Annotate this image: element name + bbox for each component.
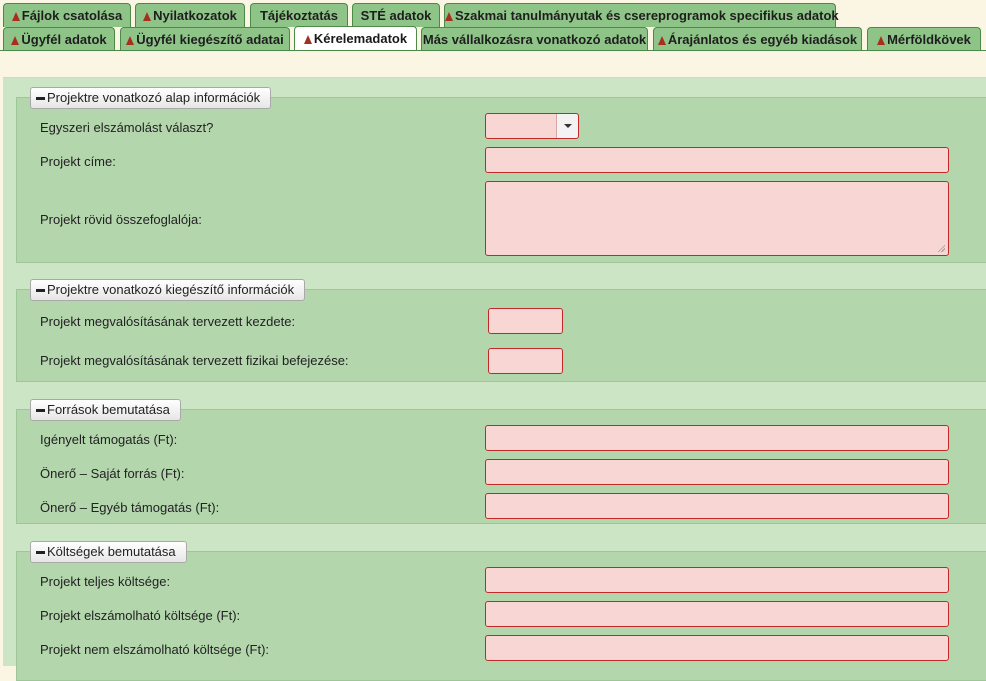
resize-grip-icon[interactable] <box>937 244 945 252</box>
section-forrasok-bemutatasa: Források bemutatása Igényelt támogatás (… <box>16 399 986 524</box>
section-koltsegek-bemutatasa: Költségek bemutatása Projekt teljes költ… <box>16 541 986 681</box>
tab-ugyfel-kiegeszito-adatai[interactable]: Ügyfél kiegészítő adatai <box>120 27 290 51</box>
projekt-osszefoglalo-textarea[interactable] <box>485 181 949 256</box>
section-toggle[interactable]: Források bemutatása <box>30 399 181 421</box>
teljes-koltseg-input[interactable] <box>485 567 949 593</box>
field-label: Projekt megvalósításának tervezett fizik… <box>40 353 349 368</box>
onero-egyeb-tamogatas-input[interactable] <box>485 493 949 519</box>
elszamolhato-koltseg-input[interactable] <box>485 601 949 627</box>
nem-elszamolhato-koltseg-input[interactable] <box>485 635 949 661</box>
field-label: Projekt megvalósításának tervezett kezde… <box>40 314 296 329</box>
warning-icon <box>126 36 135 45</box>
projekt-cime-input[interactable] <box>485 147 949 173</box>
tab-row-bottom: Ügyfél adatok Ügyfél kiegészítő adatai K… <box>0 0 986 53</box>
field-label: Projekt nem elszámolható költsége (Ft): <box>40 642 270 657</box>
field-label: Projekt teljes költsége: <box>40 574 171 589</box>
field-label: Igényelt támogatás (Ft): <box>40 432 178 447</box>
tervezett-befejezese-input[interactable] <box>488 348 563 374</box>
field-label: Önerő – Saját forrás (Ft): <box>40 466 185 481</box>
chevron-down-icon[interactable] <box>556 114 578 138</box>
minus-icon <box>36 97 45 100</box>
section-kiegeszito-informaciok: Projektre vonatkozó kiegészítő informáci… <box>16 279 986 382</box>
egyszeri-elszamolas-select[interactable] <box>485 113 579 139</box>
field-label: Önerő – Egyéb támogatás (Ft): <box>40 500 220 515</box>
tab-mas-vallalkozasra[interactable]: Más vállalkozásra vonatkozó adatok <box>421 27 648 51</box>
tab-arajanlatos-kiadasok[interactable]: Árajánlatos és egyéb kiadások <box>653 27 862 51</box>
tervezett-kezdete-input[interactable] <box>488 308 563 334</box>
tab-merfoldkovek[interactable]: Mérföldkövek <box>867 27 981 51</box>
warning-icon <box>657 36 666 45</box>
minus-icon <box>36 551 45 554</box>
onero-sajat-forras-input[interactable] <box>485 459 949 485</box>
field-label: Projekt elszámolható költsége (Ft): <box>40 608 241 623</box>
minus-icon <box>36 409 45 412</box>
field-label: Egyszeri elszámolást választ? <box>40 120 214 135</box>
field-label: Projekt rövid összefoglalója: <box>40 212 202 227</box>
warning-icon <box>303 35 312 44</box>
field-label: Projekt címe: <box>40 154 116 169</box>
section-toggle[interactable]: Költségek bemutatása <box>30 541 187 563</box>
tab-kerelemadatok[interactable]: Kérelemadatok <box>294 26 417 53</box>
tab-content-area: Projektre vonatkozó alap információk Egy… <box>0 51 986 681</box>
igenyelt-tamogatas-input[interactable] <box>485 425 949 451</box>
tab-ugyfel-adatok[interactable]: Ügyfél adatok <box>3 27 115 51</box>
minus-icon <box>36 289 45 292</box>
section-toggle[interactable]: Projektre vonatkozó alap információk <box>30 87 272 109</box>
section-toggle[interactable]: Projektre vonatkozó kiegészítő informáci… <box>30 279 306 301</box>
warning-icon <box>877 36 886 45</box>
warning-icon <box>11 36 20 45</box>
section-alap-informaciok: Projektre vonatkozó alap információk Egy… <box>16 87 986 263</box>
